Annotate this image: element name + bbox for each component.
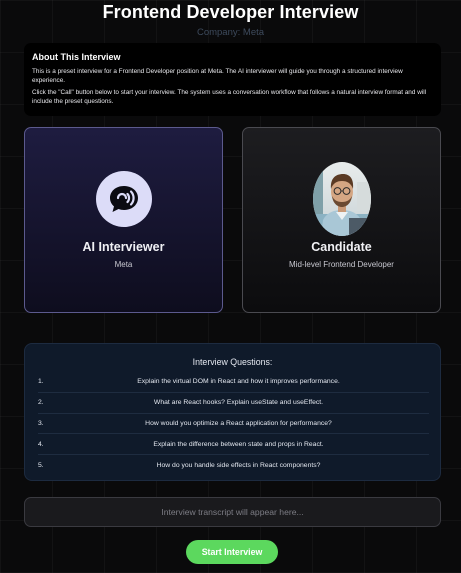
about-paragraph-2: Click the "Call" button below to start y… [32, 88, 427, 106]
question-number: 5. [38, 462, 44, 470]
about-heading: About This Interview [32, 52, 121, 62]
question-number: 2. [38, 399, 44, 407]
start-interview-button[interactable]: Start Interview [186, 540, 278, 564]
interview-page: Frontend Developer Interview Company: Me… [0, 0, 461, 573]
transcript-box[interactable]: Interview transcript will appear here... [24, 497, 441, 527]
ai-interviewer-name: AI Interviewer [82, 240, 165, 254]
candidate-card: Candidate Mid-level Frontend Developer [242, 127, 441, 313]
page-title: Frontend Developer Interview [102, 2, 359, 22]
candidate-avatar [313, 162, 371, 236]
candidate-role: Mid-level Frontend Developer [289, 260, 394, 269]
question-text: Explain the difference between state and… [153, 440, 324, 448]
about-paragraph-1: This is a preset interview for a Fronten… [32, 68, 403, 85]
question-number: 1. [38, 378, 44, 386]
interview-questions-panel: Interview Questions: 1. Explain the virt… [24, 343, 441, 481]
question-text: Explain the virtual DOM in React and how… [137, 378, 340, 386]
company-label: Company: Meta [196, 27, 265, 38]
transcript-placeholder: Interview transcript will appear here... [161, 507, 304, 517]
question-item: 5. How do you handle side effects in Rea… [38, 455, 429, 476]
question-number: 4. [38, 440, 44, 448]
candidate-photo-icon [313, 162, 371, 236]
ai-interviewer-avatar [96, 171, 152, 227]
question-text: What are React hooks? Explain useState a… [153, 399, 324, 407]
candidate-name: Candidate [311, 240, 372, 254]
about-panel: About This Interview This is a preset in… [24, 43, 441, 116]
ai-interviewer-card: AI Interviewer Meta [24, 127, 223, 313]
questions-heading: Interview Questions: [192, 357, 273, 367]
questions-list: 1. Explain the virtual DOM in React and … [38, 372, 429, 476]
question-item: 2. What are React hooks? Explain useStat… [38, 393, 429, 414]
ai-interviewer-role: Meta [114, 260, 133, 269]
question-item: 3. How would you optimize a React applic… [38, 414, 429, 435]
chat-bubble-icon [110, 186, 138, 212]
question-number: 3. [38, 419, 44, 427]
question-item: 4. Explain the difference between state … [38, 434, 429, 456]
question-item: 1. Explain the virtual DOM in React and … [38, 372, 429, 393]
question-text: How do you handle side effects in React … [156, 462, 321, 470]
question-text: How would you optimize a React applicati… [145, 419, 332, 427]
